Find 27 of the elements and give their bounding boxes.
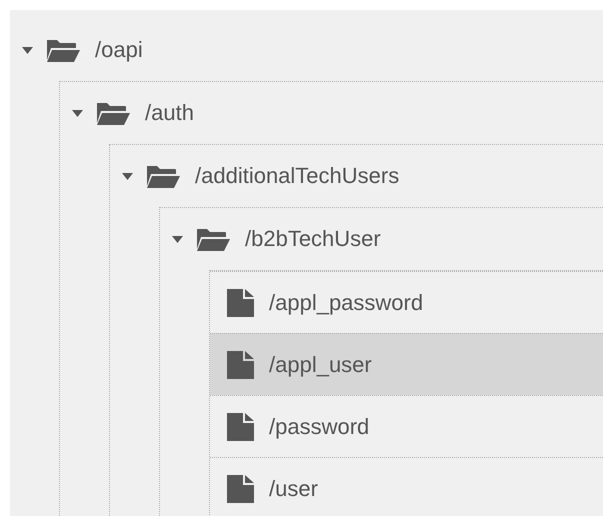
tree-item[interactable]: /user <box>210 457 603 516</box>
file-icon <box>227 288 254 316</box>
caret-icon[interactable] <box>122 172 133 180</box>
folder-icon <box>147 164 180 188</box>
tree-item[interactable]: /password <box>210 395 603 457</box>
file-icon <box>227 350 254 378</box>
tree-item-label: /password <box>269 414 370 440</box>
folder-icon <box>197 227 230 251</box>
tree-item-label: /user <box>269 476 318 502</box>
file-icon <box>227 474 254 502</box>
caret-icon[interactable] <box>172 236 183 242</box>
tree-item-label: /appl_user <box>269 352 372 378</box>
caret-icon[interactable] <box>72 110 83 116</box>
folder-icon <box>47 38 80 62</box>
folder-icon <box>97 101 130 125</box>
tree-item-label: /appl_password <box>269 290 424 316</box>
tree-item[interactable]: /b2bTechUser <box>160 208 603 270</box>
tree-item[interactable]: /auth <box>60 82 603 144</box>
tree-item[interactable]: /appl_user <box>210 333 603 395</box>
tree-item-label: /auth <box>145 100 194 126</box>
tree-item-label: /additionalTechUsers <box>195 163 400 189</box>
tree-item[interactable]: /additionalTechUsers <box>110 145 603 207</box>
tree-item-label: /b2bTechUser <box>245 226 381 252</box>
file-icon <box>227 412 254 440</box>
tree-item[interactable]: /oapi <box>10 19 603 81</box>
tree-item-label: /oapi <box>95 37 143 63</box>
caret-icon[interactable] <box>22 46 33 54</box>
